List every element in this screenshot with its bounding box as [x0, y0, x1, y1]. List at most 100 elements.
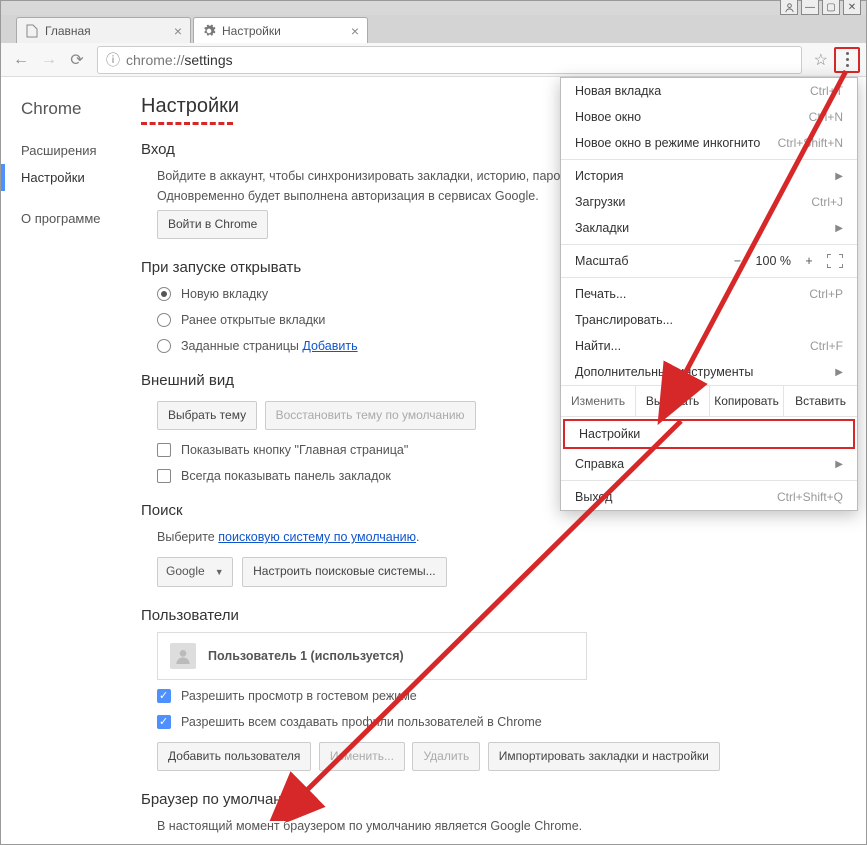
menu-settings[interactable]: Настройки	[563, 419, 855, 449]
tab-settings[interactable]: Настройки ×	[193, 17, 368, 43]
menu-cast[interactable]: Транслировать...	[561, 307, 857, 333]
menu-history[interactable]: История ▶	[561, 163, 857, 189]
tab-close-icon[interactable]: ×	[174, 23, 182, 39]
chevron-right-icon: ▶	[835, 171, 843, 182]
menu-label: Дополнительные инструменты	[575, 365, 753, 379]
close-button[interactable]: ✕	[843, 0, 861, 15]
user-button[interactable]	[780, 0, 798, 15]
menu-more-tools[interactable]: Дополнительные инструменты ▶	[561, 359, 857, 385]
sidebar-title: Chrome	[21, 99, 121, 119]
fullscreen-icon[interactable]	[827, 254, 843, 268]
default-search-link[interactable]: поисковую систему по умолчанию	[218, 530, 416, 544]
tab-home[interactable]: Главная ×	[16, 17, 191, 43]
sidebar-item-settings[interactable]: Настройки	[1, 164, 121, 191]
edit-user-button[interactable]: Изменить...	[319, 742, 405, 771]
menu-label: Выход	[575, 490, 612, 504]
menu-incognito[interactable]: Новое окно в режиме инкогнитоCtrl+Shift+…	[561, 130, 857, 156]
add-pages-link[interactable]: Добавить	[302, 336, 357, 356]
section-users-body: Пользователь 1 (используется) Разрешить …	[141, 632, 846, 775]
section-default-browser-header: Браузер по умолчанию	[141, 791, 846, 808]
current-user-row[interactable]: Пользователь 1 (используется)	[157, 632, 587, 680]
url-scheme: chrome://	[126, 52, 184, 68]
tab-label: Настройки	[222, 24, 281, 38]
radio-previous[interactable]	[157, 313, 171, 327]
sidebar-item-extensions[interactable]: Расширения	[21, 137, 121, 164]
zoom-value: 100 %	[756, 254, 791, 268]
info-icon: ⓘ	[106, 50, 120, 70]
check-label: Разрешить всем создавать профили пользов…	[181, 712, 542, 732]
menu-print[interactable]: Печать...Ctrl+P	[561, 281, 857, 307]
delete-user-button[interactable]: Удалить	[412, 742, 480, 771]
check-label: Показывать кнопку "Главная страница"	[181, 440, 408, 460]
menu-separator	[561, 159, 857, 160]
radio-specific[interactable]	[157, 339, 171, 353]
chevron-right-icon: ▶	[835, 459, 843, 470]
menu-new-window[interactable]: Новое окноCtrl+N	[561, 104, 857, 130]
titlebar: — ▢ ✕	[1, 1, 866, 15]
default-browser-text: В настоящий момент браузером по умолчани…	[157, 816, 846, 836]
chevron-right-icon: ▶	[835, 367, 843, 378]
menu-label: Закладки	[575, 221, 629, 235]
minimize-button[interactable]: —	[801, 0, 819, 15]
forward-button[interactable]: →	[35, 46, 63, 74]
menu-label: Новая вкладка	[575, 84, 661, 98]
import-bookmarks-button[interactable]: Импортировать закладки и настройки	[488, 742, 720, 771]
menu-shortcut: Ctrl+Shift+N	[778, 136, 843, 150]
menu-label: Найти...	[575, 339, 621, 353]
tab-strip: Главная × Настройки ×	[1, 15, 866, 43]
sidebar-item-about[interactable]: О программе	[21, 205, 121, 232]
chevron-down-icon: ▼	[215, 565, 224, 579]
tab-label: Главная	[45, 24, 91, 38]
search-text: Выберите	[157, 530, 218, 544]
menu-find[interactable]: Найти... Ctrl+F	[561, 333, 857, 359]
zoom-in-button[interactable]: +	[801, 254, 817, 268]
menu-exit[interactable]: Выход Ctrl+Shift+Q	[561, 484, 857, 510]
menu-paste[interactable]: Вставить	[783, 386, 857, 416]
toolbar: ← → ⟳ ⓘ chrome://settings ☆	[1, 43, 866, 77]
check-guest-mode[interactable]	[157, 689, 171, 703]
menu-downloads[interactable]: ЗагрузкиCtrl+J	[561, 189, 857, 215]
menu-bookmarks[interactable]: Закладки ▶	[561, 215, 857, 241]
menu-cut[interactable]: Вырезать	[635, 386, 709, 416]
search-engine-select[interactable]: Google ▼	[157, 557, 233, 586]
document-icon	[25, 24, 39, 38]
select-value: Google	[166, 562, 205, 581]
manage-engines-button[interactable]: Настроить поисковые системы...	[242, 557, 447, 586]
kebab-icon	[846, 52, 849, 67]
menu-separator	[561, 480, 857, 481]
menu-label: Загрузки	[575, 195, 625, 209]
menu-copy[interactable]: Копировать	[709, 386, 783, 416]
zoom-out-button[interactable]: −	[730, 254, 746, 268]
check-home-button[interactable]	[157, 443, 171, 457]
menu-shortcut: Ctrl+P	[809, 287, 843, 301]
check-bookmarks-bar[interactable]	[157, 469, 171, 483]
menu-shortcut: Ctrl+Shift+Q	[777, 490, 843, 504]
menu-new-tab[interactable]: Новая вкладкаCtrl+T	[561, 78, 857, 104]
address-bar[interactable]: ⓘ chrome://settings	[97, 46, 802, 74]
annotation-underline	[141, 122, 233, 125]
browser-window: — ▢ ✕ Главная × Настройки × ← → ⟳ ⓘ chro…	[0, 0, 867, 845]
gear-icon	[202, 24, 216, 38]
tab-close-icon[interactable]: ×	[351, 23, 359, 39]
section-default-browser-body: В настоящий момент браузером по умолчани…	[141, 816, 846, 836]
check-create-profiles[interactable]	[157, 715, 171, 729]
back-button[interactable]: ←	[7, 46, 35, 74]
avatar-icon	[170, 643, 196, 669]
menu-edit-row: Изменить Вырезать Копировать Вставить	[561, 385, 857, 417]
choose-theme-button[interactable]: Выбрать тему	[157, 401, 257, 430]
reload-button[interactable]: ⟳	[63, 46, 91, 74]
check-label: Всегда показывать панель закладок	[181, 466, 391, 486]
radio-label: Новую вкладку	[181, 284, 268, 304]
maximize-button[interactable]: ▢	[822, 0, 840, 15]
bookmark-star-icon[interactable]: ☆	[808, 50, 834, 70]
restore-theme-button[interactable]: Восстановить тему по умолчанию	[265, 401, 476, 430]
radio-label: Ранее открытые вкладки	[181, 310, 325, 330]
radio-new-tab[interactable]	[157, 287, 171, 301]
menu-label: История	[575, 169, 623, 183]
menu-shortcut: Ctrl+F	[810, 339, 843, 353]
chevron-right-icon: ▶	[835, 223, 843, 234]
sign-in-button[interactable]: Войти в Chrome	[157, 210, 268, 239]
menu-help[interactable]: Справка▶	[561, 451, 857, 477]
main-menu-button[interactable]	[834, 47, 860, 73]
add-user-button[interactable]: Добавить пользователя	[157, 742, 311, 771]
